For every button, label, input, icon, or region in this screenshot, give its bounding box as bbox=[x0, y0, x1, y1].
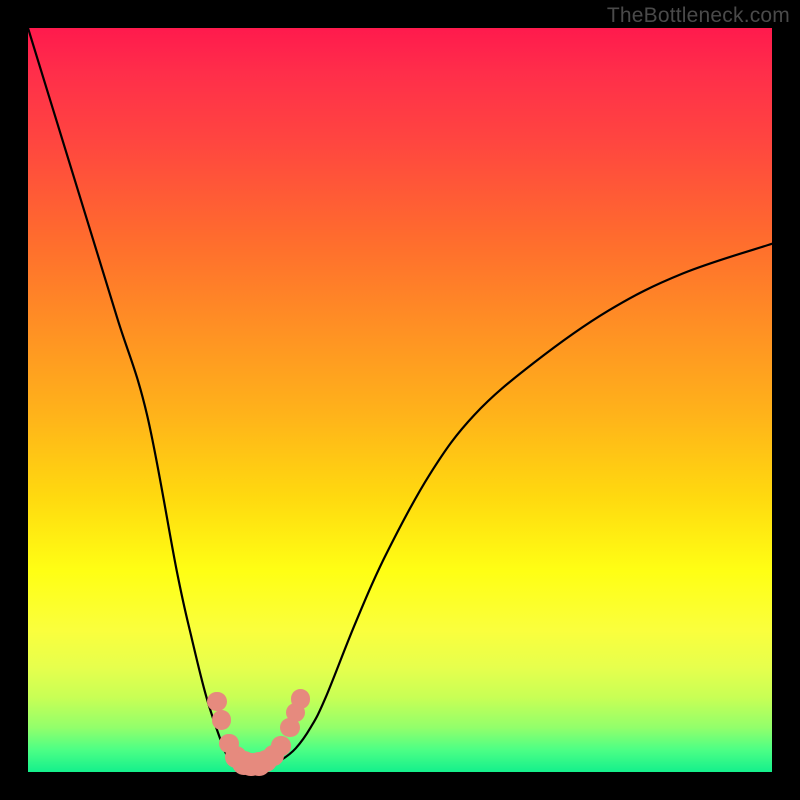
chart-frame: TheBottleneck.com bbox=[0, 0, 800, 800]
curve-marker bbox=[212, 710, 231, 729]
watermark-text: TheBottleneck.com bbox=[607, 4, 790, 28]
bottleneck-curve bbox=[28, 28, 772, 769]
curve-marker bbox=[271, 736, 290, 755]
curve-svg bbox=[28, 28, 772, 772]
curve-marker bbox=[207, 692, 226, 711]
curve-marker bbox=[291, 689, 310, 708]
plot-area bbox=[28, 28, 772, 772]
